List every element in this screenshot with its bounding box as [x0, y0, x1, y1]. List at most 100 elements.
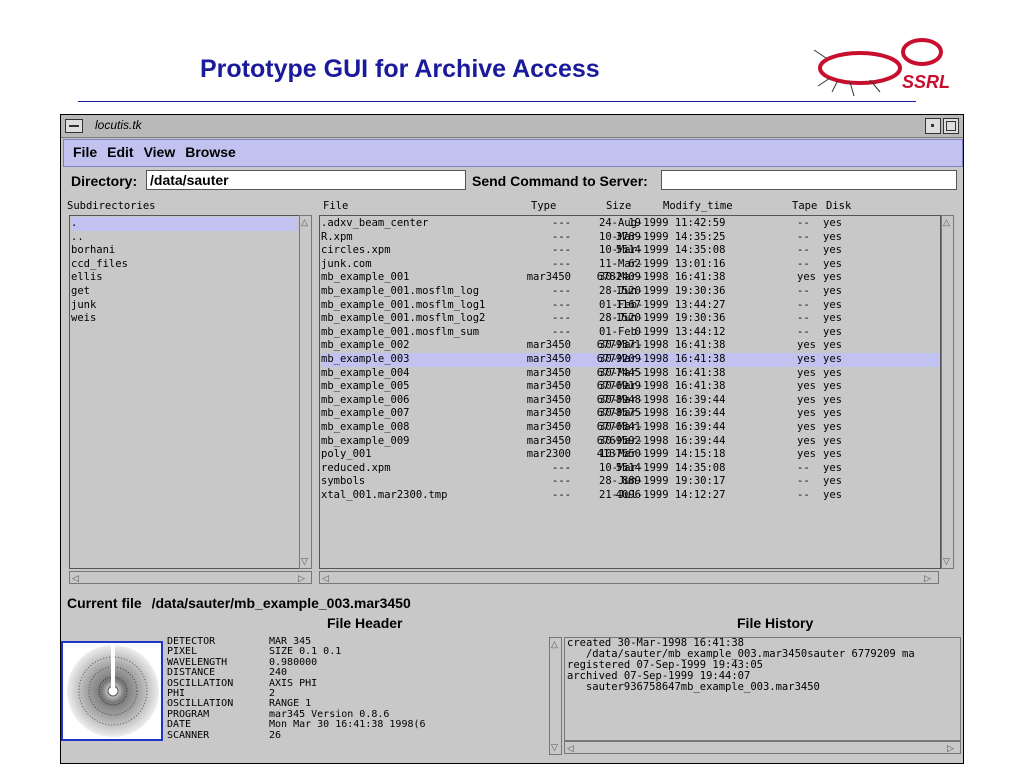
subdirectory-item[interactable]: weis: [71, 312, 298, 326]
file-cell-modify-time: 24-Aug-1999 11:42:59: [599, 217, 726, 229]
file-cell-disk: yes: [823, 393, 842, 406]
file-cell-file: mb_example_001.mosflm_log: [321, 284, 480, 297]
minimize-button[interactable]: [925, 118, 941, 134]
scroll-left-arrow-icon[interactable]: ◁: [322, 573, 329, 583]
file-row[interactable]: mb_example_007 mar3450 6778575 30-Mar-1998 …: [321, 407, 939, 421]
scroll-down-arrow-icon[interactable]: ▽: [551, 742, 558, 752]
col-header-tape[interactable]: Tape: [792, 200, 817, 212]
menu-browse[interactable]: Browse: [180, 144, 241, 160]
directory-label: Directory:: [71, 173, 138, 189]
file-row[interactable]: junk.com --- 62 11-Mar-1999 13:01:16 -- yes: [321, 258, 939, 272]
menu-view[interactable]: View: [139, 144, 181, 160]
col-header-type[interactable]: Type: [531, 200, 556, 212]
file-row[interactable]: mb_example_008 mar3450 6776841 30-Mar-1998 …: [321, 421, 939, 435]
subdirectory-item[interactable]: borhani: [71, 244, 298, 258]
scroll-left-arrow-icon[interactable]: ◁: [72, 573, 79, 583]
file-row[interactable]: poly_001 mar2300 4137650 10-Mar-1999 14:15:…: [321, 448, 939, 462]
file-cell-type: mar3450: [526, 434, 571, 447]
col-header-modify-time[interactable]: Modify_time: [663, 200, 733, 212]
subdirectories-vscrollbar[interactable]: △ ▽: [299, 215, 312, 569]
subdirectories-hscrollbar[interactable]: ◁ ▷: [69, 571, 312, 584]
file-row[interactable]: .adxv_beam_center --- 19 24-Aug-1999 11:42:…: [321, 217, 939, 231]
file-cell-type: ---: [552, 230, 571, 243]
file-row[interactable]: mb_example_005 mar3450 6776919 30-Mar-1998 …: [321, 380, 939, 394]
send-command-field[interactable]: [661, 170, 957, 190]
file-cell-tape: yes: [797, 407, 816, 420]
file-cell-file: mb_example_009: [321, 434, 410, 447]
file-history-title: File History: [737, 615, 814, 631]
file-row[interactable]: mb_example_001.mosflm_log1 --- 1167 01-Feb-…: [321, 299, 939, 313]
subdirectory-item[interactable]: get: [71, 285, 298, 299]
file-row[interactable]: mb_example_001.mosflm_sum --- 0 01-Feb-1999…: [321, 326, 939, 340]
file-cell-modify-time: 30-Mar-1998 16:41:38: [599, 271, 726, 284]
maximize-button[interactable]: [943, 118, 959, 134]
scroll-left-arrow-icon[interactable]: ◁: [567, 743, 574, 753]
file-cell-type: mar3450: [526, 352, 571, 365]
file-cell-type: ---: [552, 298, 571, 311]
file-row[interactable]: circles.xpm --- 5514 10-Mar-1999 14:35:08 --…: [321, 244, 939, 258]
subdirectory-item[interactable]: ..: [71, 231, 298, 245]
file-row[interactable]: xtal_001.mar2300.tmp --- 4096 21-Jul-1999 1…: [321, 489, 939, 503]
menu-edit[interactable]: Edit: [102, 144, 138, 160]
history-line: sauter936758647mb_example_003.mar3450: [567, 681, 820, 693]
col-header-size[interactable]: Size: [606, 200, 631, 212]
file-row[interactable]: symbols --- 889 28-Jun-1999 19:30:17 -- yes: [321, 475, 939, 489]
file-row[interactable]: mb_example_009 mar3450 6769592 30-Mar-1998 …: [321, 435, 939, 449]
file-row[interactable]: mb_example_001.mosflm_log --- 1520 28-Jun-1…: [321, 285, 939, 299]
file-cell-disk: yes: [823, 312, 842, 325]
file-row[interactable]: R.xpm --- 3789 10-Mar-1999 14:35:25 -- yes: [321, 231, 939, 245]
file-row[interactable]: reduced.xpm --- 5514 10-Mar-1999 14:35:08 --…: [321, 462, 939, 476]
window-title: locutis.tk: [95, 118, 142, 132]
scroll-right-arrow-icon[interactable]: ▷: [947, 743, 954, 753]
file-cell-disk: yes: [823, 475, 842, 488]
file-cell-modify-time: 30-Mar-1998 16:39:44: [599, 407, 726, 420]
directory-field[interactable]: /data/sauter: [146, 170, 466, 190]
file-row[interactable]: mb_example_001.mosflm_log2 --- 1520 28-Jun-…: [321, 312, 939, 326]
file-cell-file: poly_001: [321, 448, 372, 461]
subdirectory-item[interactable]: junk: [71, 299, 298, 313]
file-row[interactable]: mb_example_004 mar3450 6777445 30-Mar-1998 …: [321, 367, 939, 381]
file-cell-disk: yes: [823, 420, 842, 433]
files-vscrollbar[interactable]: △ ▽: [941, 215, 954, 569]
file-cell-tape: yes: [797, 420, 816, 433]
file-cell-tape: --: [797, 298, 810, 311]
subdirectory-item[interactable]: ellis: [71, 271, 298, 285]
scroll-right-arrow-icon[interactable]: ▷: [924, 573, 931, 583]
files-hscrollbar[interactable]: ◁ ▷: [319, 571, 939, 584]
file-cell-tape: --: [797, 217, 810, 229]
file-cell-type: mar3450: [526, 366, 571, 379]
subdirectory-item[interactable]: .: [71, 217, 298, 231]
menu-file[interactable]: File: [68, 144, 102, 160]
file-row[interactable]: mb_example_006 mar3450 6778948 30-Mar-1998 …: [321, 394, 939, 408]
file-cell-type: ---: [552, 284, 571, 297]
scroll-up-arrow-icon[interactable]: △: [301, 217, 308, 227]
file-cell-disk: yes: [823, 284, 842, 297]
scroll-down-arrow-icon[interactable]: ▽: [301, 556, 308, 566]
file-cell-type: mar2300: [526, 448, 571, 461]
file-cell-tape: --: [797, 325, 810, 338]
file-cell-file: mb_example_008: [321, 420, 410, 433]
window-menu-button[interactable]: [65, 119, 83, 133]
scroll-right-arrow-icon[interactable]: ▷: [298, 573, 305, 583]
file-cell-disk: yes: [823, 352, 842, 365]
header-key: SCANNER: [167, 729, 210, 741]
window-titlebar[interactable]: locutis.tk: [61, 115, 963, 138]
col-header-disk[interactable]: Disk: [826, 200, 851, 212]
file-cell-tape: --: [797, 257, 810, 270]
file-history-hscrollbar[interactable]: ◁ ▷: [564, 741, 961, 754]
subdirectory-item[interactable]: ccd_files: [71, 258, 298, 272]
file-row[interactable]: mb_example_003 mar3450 6779209 30-Mar-1998 …: [321, 352, 939, 367]
diffraction-thumbnail[interactable]: [61, 641, 163, 741]
scroll-up-arrow-icon[interactable]: △: [943, 217, 950, 227]
file-cell-modify-time: 10-Mar-1999 14:35:25: [599, 230, 726, 243]
file-row[interactable]: mb_example_001 mar3450 6782409 30-Mar-1998 …: [321, 271, 939, 285]
file-header-vscrollbar[interactable]: △ ▽: [549, 637, 562, 755]
file-cell-tape: --: [797, 475, 810, 488]
col-header-file[interactable]: File: [323, 200, 348, 212]
scroll-down-arrow-icon[interactable]: ▽: [943, 556, 950, 566]
scroll-up-arrow-icon[interactable]: △: [551, 639, 558, 649]
header-value: 26: [269, 729, 282, 741]
file-cell-file: mb_example_003: [321, 352, 410, 365]
file-row[interactable]: mb_example_002 mar3450 6779371 30-Mar-1998 …: [321, 339, 939, 353]
file-cell-modify-time: 10-Mar-1999 14:35:08: [599, 244, 726, 257]
